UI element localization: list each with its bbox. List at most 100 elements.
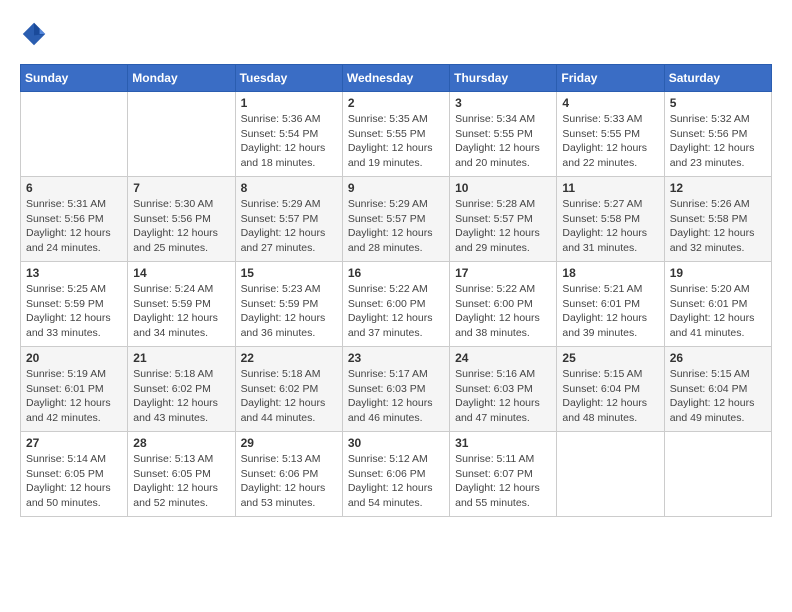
day-info: Sunrise: 5:28 AMSunset: 5:57 PMDaylight:… xyxy=(455,197,551,256)
day-cell: 14 Sunrise: 5:24 AMSunset: 5:59 PMDayligh… xyxy=(128,262,235,347)
day-info: Sunrise: 5:16 AMSunset: 6:03 PMDaylight:… xyxy=(455,367,551,426)
day-number: 30 xyxy=(348,436,444,450)
day-info: Sunrise: 5:15 AMSunset: 6:04 PMDaylight:… xyxy=(562,367,658,426)
day-header-saturday: Saturday xyxy=(664,65,771,92)
day-cell xyxy=(557,432,664,517)
day-cell: 2 Sunrise: 5:35 AMSunset: 5:55 PMDaylight… xyxy=(342,92,449,177)
day-info: Sunrise: 5:22 AMSunset: 6:00 PMDaylight:… xyxy=(348,282,444,341)
day-number: 13 xyxy=(26,266,122,280)
day-number: 6 xyxy=(26,181,122,195)
day-number: 19 xyxy=(670,266,766,280)
day-info: Sunrise: 5:36 AMSunset: 5:54 PMDaylight:… xyxy=(241,112,337,171)
day-info: Sunrise: 5:23 AMSunset: 5:59 PMDaylight:… xyxy=(241,282,337,341)
day-cell: 1Sunrise: 5:36 AMSunset: 5:54 PMDaylight… xyxy=(235,92,342,177)
calendar: SundayMondayTuesdayWednesdayThursdayFrid… xyxy=(20,64,772,517)
day-number: 28 xyxy=(133,436,229,450)
day-number: 3 xyxy=(455,96,551,110)
day-info: Sunrise: 5:24 AMSunset: 5:59 PMDaylight:… xyxy=(133,282,229,341)
day-number: 31 xyxy=(455,436,551,450)
day-cell: 3 Sunrise: 5:34 AMSunset: 5:55 PMDaylight… xyxy=(450,92,557,177)
day-info: Sunrise: 5:19 AMSunset: 6:01 PMDaylight:… xyxy=(26,367,122,426)
day-cell: 11 Sunrise: 5:27 AMSunset: 5:58 PMDayligh… xyxy=(557,177,664,262)
day-number: 10 xyxy=(455,181,551,195)
day-number: 20 xyxy=(26,351,122,365)
day-cell xyxy=(128,92,235,177)
day-cell: 4Sunrise: 5:33 AMSunset: 5:55 PMDaylight… xyxy=(557,92,664,177)
calendar-header-row: SundayMondayTuesdayWednesdayThursdayFrid… xyxy=(21,65,772,92)
day-number: 25 xyxy=(562,351,658,365)
day-number: 23 xyxy=(348,351,444,365)
day-info: Sunrise: 5:29 AMSunset: 5:57 PMDaylight:… xyxy=(241,197,337,256)
day-cell: 25 Sunrise: 5:15 AMSunset: 6:04 PMDayligh… xyxy=(557,347,664,432)
day-number: 29 xyxy=(241,436,337,450)
week-row-2: 6Sunrise: 5:31 AMSunset: 5:56 PMDaylight… xyxy=(21,177,772,262)
day-number: 12 xyxy=(670,181,766,195)
day-info: Sunrise: 5:14 AMSunset: 6:05 PMDaylight:… xyxy=(26,452,122,511)
day-cell: 22 Sunrise: 5:18 AMSunset: 6:02 PMDayligh… xyxy=(235,347,342,432)
day-cell: 19 Sunrise: 5:20 AMSunset: 6:01 PMDayligh… xyxy=(664,262,771,347)
day-cell: 31 Sunrise: 5:11 AMSunset: 6:07 PMDayligh… xyxy=(450,432,557,517)
day-info: Sunrise: 5:13 AMSunset: 6:06 PMDaylight:… xyxy=(241,452,337,511)
day-cell: 30 Sunrise: 5:12 AMSunset: 6:06 PMDayligh… xyxy=(342,432,449,517)
day-cell: 15 Sunrise: 5:23 AMSunset: 5:59 PMDayligh… xyxy=(235,262,342,347)
day-info: Sunrise: 5:15 AMSunset: 6:04 PMDaylight:… xyxy=(670,367,766,426)
page-header xyxy=(20,20,772,48)
day-info: Sunrise: 5:11 AMSunset: 6:07 PMDaylight:… xyxy=(455,452,551,511)
day-info: Sunrise: 5:27 AMSunset: 5:58 PMDaylight:… xyxy=(562,197,658,256)
day-number: 17 xyxy=(455,266,551,280)
day-info: Sunrise: 5:30 AMSunset: 5:56 PMDaylight:… xyxy=(133,197,229,256)
day-number: 18 xyxy=(562,266,658,280)
day-info: Sunrise: 5:12 AMSunset: 6:06 PMDaylight:… xyxy=(348,452,444,511)
day-number: 14 xyxy=(133,266,229,280)
day-number: 2 xyxy=(348,96,444,110)
day-header-thursday: Thursday xyxy=(450,65,557,92)
day-cell: 17 Sunrise: 5:22 AMSunset: 6:00 PMDayligh… xyxy=(450,262,557,347)
day-number: 21 xyxy=(133,351,229,365)
day-cell: 9 Sunrise: 5:29 AMSunset: 5:57 PMDaylight… xyxy=(342,177,449,262)
day-cell: 28 Sunrise: 5:13 AMSunset: 6:05 PMDayligh… xyxy=(128,432,235,517)
day-info: Sunrise: 5:33 AMSunset: 5:55 PMDaylight:… xyxy=(562,112,658,171)
day-number: 16 xyxy=(348,266,444,280)
day-cell: 26 Sunrise: 5:15 AMSunset: 6:04 PMDayligh… xyxy=(664,347,771,432)
day-number: 22 xyxy=(241,351,337,365)
day-header-friday: Friday xyxy=(557,65,664,92)
logo xyxy=(20,20,52,48)
day-cell: 7Sunrise: 5:30 AMSunset: 5:56 PMDaylight… xyxy=(128,177,235,262)
day-info: Sunrise: 5:20 AMSunset: 6:01 PMDaylight:… xyxy=(670,282,766,341)
day-cell: 10 Sunrise: 5:28 AMSunset: 5:57 PMDayligh… xyxy=(450,177,557,262)
day-cell: 6Sunrise: 5:31 AMSunset: 5:56 PMDaylight… xyxy=(21,177,128,262)
day-number: 27 xyxy=(26,436,122,450)
day-number: 8 xyxy=(241,181,337,195)
logo-icon xyxy=(20,20,48,48)
day-info: Sunrise: 5:21 AMSunset: 6:01 PMDaylight:… xyxy=(562,282,658,341)
day-number: 15 xyxy=(241,266,337,280)
day-info: Sunrise: 5:13 AMSunset: 6:05 PMDaylight:… xyxy=(133,452,229,511)
day-number: 26 xyxy=(670,351,766,365)
day-info: Sunrise: 5:25 AMSunset: 5:59 PMDaylight:… xyxy=(26,282,122,341)
day-info: Sunrise: 5:35 AMSunset: 5:55 PMDaylight:… xyxy=(348,112,444,171)
day-info: Sunrise: 5:22 AMSunset: 6:00 PMDaylight:… xyxy=(455,282,551,341)
day-number: 5 xyxy=(670,96,766,110)
day-info: Sunrise: 5:29 AMSunset: 5:57 PMDaylight:… xyxy=(348,197,444,256)
day-number: 9 xyxy=(348,181,444,195)
day-number: 11 xyxy=(562,181,658,195)
day-cell: 27 Sunrise: 5:14 AMSunset: 6:05 PMDayligh… xyxy=(21,432,128,517)
day-info: Sunrise: 5:34 AMSunset: 5:55 PMDaylight:… xyxy=(455,112,551,171)
day-cell: 23 Sunrise: 5:17 AMSunset: 6:03 PMDayligh… xyxy=(342,347,449,432)
day-info: Sunrise: 5:17 AMSunset: 6:03 PMDaylight:… xyxy=(348,367,444,426)
day-number: 24 xyxy=(455,351,551,365)
day-cell: 13 Sunrise: 5:25 AMSunset: 5:59 PMDayligh… xyxy=(21,262,128,347)
day-info: Sunrise: 5:18 AMSunset: 6:02 PMDaylight:… xyxy=(133,367,229,426)
day-info: Sunrise: 5:26 AMSunset: 5:58 PMDaylight:… xyxy=(670,197,766,256)
day-cell: 21 Sunrise: 5:18 AMSunset: 6:02 PMDayligh… xyxy=(128,347,235,432)
day-header-wednesday: Wednesday xyxy=(342,65,449,92)
day-cell: 29 Sunrise: 5:13 AMSunset: 6:06 PMDayligh… xyxy=(235,432,342,517)
day-cell: 12 Sunrise: 5:26 AMSunset: 5:58 PMDayligh… xyxy=(664,177,771,262)
day-info: Sunrise: 5:32 AMSunset: 5:56 PMDaylight:… xyxy=(670,112,766,171)
week-row-1: 1Sunrise: 5:36 AMSunset: 5:54 PMDaylight… xyxy=(21,92,772,177)
day-cell: 8 Sunrise: 5:29 AMSunset: 5:57 PMDaylight… xyxy=(235,177,342,262)
day-header-sunday: Sunday xyxy=(21,65,128,92)
day-cell: 20 Sunrise: 5:19 AMSunset: 6:01 PMDayligh… xyxy=(21,347,128,432)
day-info: Sunrise: 5:18 AMSunset: 6:02 PMDaylight:… xyxy=(241,367,337,426)
day-cell: 18 Sunrise: 5:21 AMSunset: 6:01 PMDayligh… xyxy=(557,262,664,347)
